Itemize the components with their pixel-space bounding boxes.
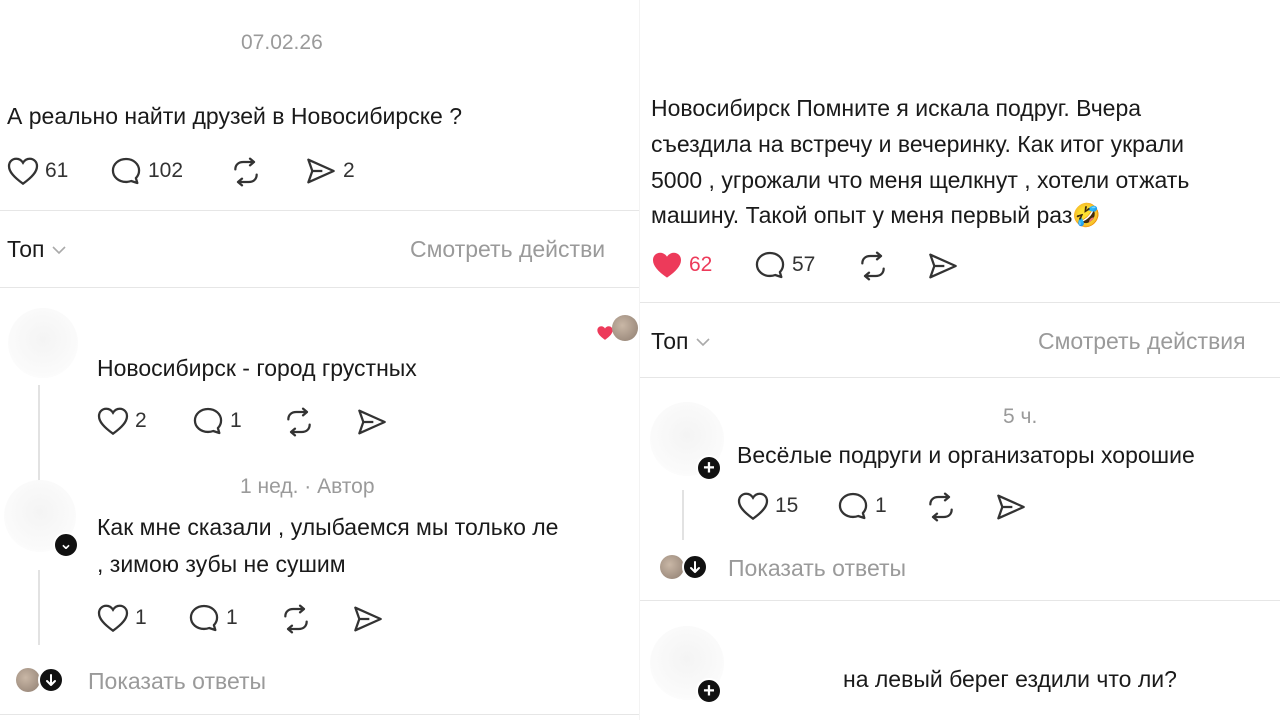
sort-label: Топ	[7, 236, 45, 262]
reply-comment-button[interactable]: 1	[192, 406, 242, 436]
comment-icon	[193, 407, 223, 435]
chevron-down-icon	[51, 245, 66, 254]
heart-filled-icon	[653, 252, 681, 278]
arrow-down-icon	[46, 673, 56, 686]
comment-icon	[838, 492, 868, 520]
share-count: 2	[343, 159, 355, 182]
comment-button[interactable]: 102	[110, 156, 183, 186]
reply-like-button[interactable]: 15	[737, 491, 798, 521]
post-text-line2: съездила на встречу и вечеринку. Как ито…	[651, 131, 1185, 157]
chevron-down-icon	[695, 337, 710, 346]
expand-replies-badge[interactable]	[682, 554, 708, 580]
view-activity-link[interactable]: Смотреть действия	[1038, 328, 1246, 355]
comment-count: 1	[230, 409, 242, 432]
follow-badge[interactable]: ⌄	[53, 532, 79, 558]
repost-icon[interactable]	[283, 407, 315, 437]
divider	[640, 377, 1280, 378]
mini-avatar	[16, 668, 40, 692]
send-icon[interactable]	[995, 492, 1027, 522]
reply-comment-button[interactable]: 1	[188, 603, 238, 633]
left-screenshot: 07.02.26 А реально найти друзей в Новоси…	[0, 0, 640, 720]
follow-plus-badge[interactable]: +	[696, 678, 722, 704]
reply-time: 5 ч.	[1003, 405, 1038, 428]
post-text-line4: машину. Такой опыт у меня первый раз🤣	[651, 202, 1101, 229]
post-text-line3: 5000 , угрожали что меня щелкнут , хотел…	[651, 167, 1190, 193]
post-text-line1: Новосибирск Помните я искала подруг. Вче…	[651, 95, 1142, 121]
show-replies-link[interactable]: Показать ответы	[88, 668, 266, 695]
comment-icon	[111, 157, 141, 185]
reply-text: Весёлые подруги и организаторы хорошие	[737, 442, 1195, 468]
expand-replies-badge[interactable]	[38, 667, 64, 693]
comment-icon	[189, 604, 219, 632]
send-icon[interactable]	[352, 604, 384, 634]
reply-like-button[interactable]: 1	[97, 603, 147, 633]
divider	[0, 287, 640, 288]
reply-text-line1: Как мне сказали , улыбаемся мы только ле	[97, 514, 559, 540]
avatar[interactable]	[8, 308, 78, 378]
post-text-line4-text: машину. Такой опыт у меня первый раз	[651, 202, 1073, 228]
like-count: 2	[135, 409, 147, 432]
right-screenshot: Новосибирск Помните я искала подруг. Вче…	[640, 0, 1280, 720]
arrow-down-icon	[690, 560, 700, 573]
repost-icon[interactable]	[230, 157, 262, 187]
reply-text: на левый берег ездили что ли?	[843, 666, 1177, 692]
heart-icon	[97, 604, 129, 633]
send-icon	[307, 158, 335, 184]
like-button[interactable]: 61	[7, 156, 68, 186]
reply-comment-button[interactable]: 1	[837, 491, 887, 521]
repost-icon[interactable]	[925, 492, 957, 522]
post-text: А реально найти друзей в Новосибирске ?	[7, 103, 462, 129]
like-count: 1	[135, 606, 147, 629]
heart-icon	[97, 407, 129, 436]
send-icon[interactable]	[356, 407, 388, 437]
reply-text: Новосибирск - город грустных	[97, 355, 417, 381]
like-count: 61	[45, 159, 69, 182]
heart-icon	[7, 157, 39, 186]
divider	[640, 302, 1280, 303]
like-button[interactable]: 62	[651, 250, 712, 280]
like-count: 15	[775, 494, 799, 517]
follow-plus-badge[interactable]: +	[696, 455, 722, 481]
repost-icon[interactable]	[857, 251, 889, 281]
comment-count: 102	[148, 159, 184, 182]
divider	[0, 714, 640, 715]
comment-button[interactable]: 57	[754, 250, 815, 280]
divider	[640, 600, 1280, 601]
reply-text-line2: , зимою зубы не сушим	[97, 551, 346, 577]
sort-dropdown[interactable]: Топ	[7, 236, 67, 263]
thread-line	[38, 570, 40, 645]
show-replies-link[interactable]: Показать ответы	[728, 555, 906, 582]
comment-count: 1	[226, 606, 238, 629]
view-activity-link[interactable]: Смотреть действи	[410, 236, 605, 263]
heart-icon	[737, 492, 769, 521]
sort-label: Топ	[651, 328, 689, 354]
divider	[0, 210, 640, 211]
comment-count: 57	[792, 253, 816, 276]
repost-icon[interactable]	[280, 604, 312, 634]
share-button[interactable]: 2	[305, 156, 355, 186]
author-avatar	[612, 315, 638, 341]
send-icon[interactable]	[927, 251, 959, 281]
reply-meta: 1 нед. · Автор	[240, 475, 375, 498]
sort-dropdown[interactable]: Топ	[651, 328, 711, 355]
reply-like-button[interactable]: 2	[97, 406, 147, 436]
mini-avatar	[660, 555, 684, 579]
post-date: 07.02.26	[241, 31, 323, 54]
laughing-emoji: 🤣	[1072, 202, 1102, 228]
comment-count: 1	[875, 494, 887, 517]
thread-line	[682, 490, 684, 540]
like-count: 62	[689, 253, 713, 276]
comment-icon	[755, 251, 785, 279]
